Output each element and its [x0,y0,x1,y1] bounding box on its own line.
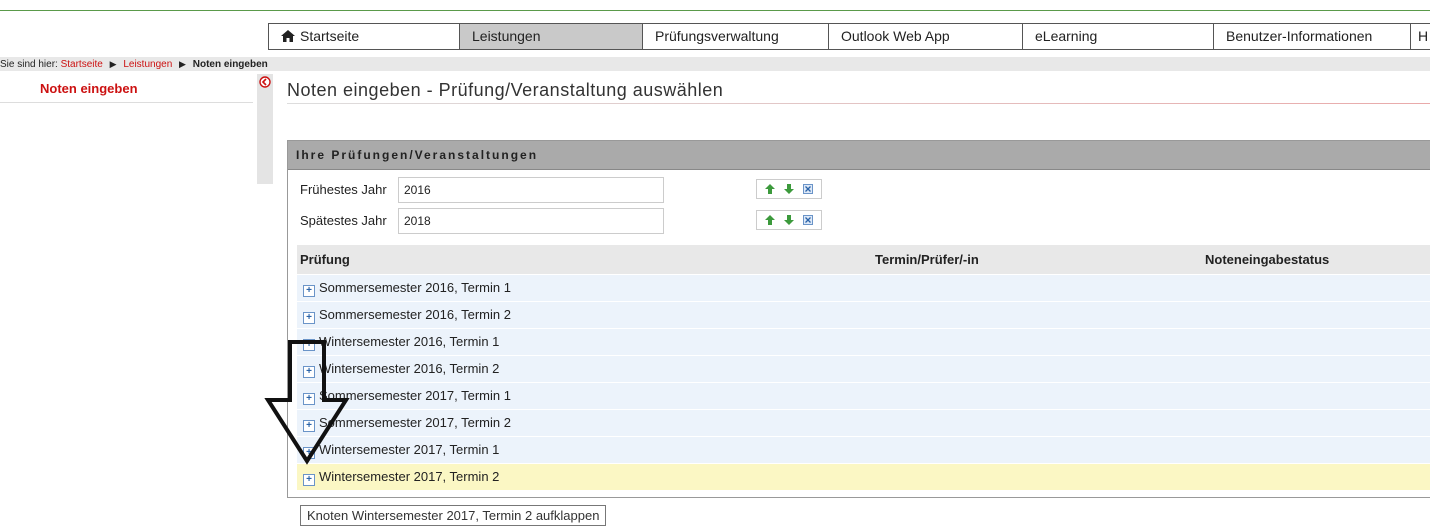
table-row[interactable]: + Sommersemester 2016, Termin 1 [297,274,1430,302]
exams-table: Prüfung Termin/Prüfer/-in Noteneingabest… [297,245,1430,490]
nav-item-elearning[interactable]: eLearning [1022,24,1213,49]
nav-item-h[interactable]: H [1410,24,1430,49]
exams-panel: Ihre Prüfungen/Veranstaltungen Frühestes… [287,140,1430,498]
table-row[interactable]: + Wintersemester 2016, Termin 2 [297,355,1430,383]
nav-item-pruefungsverwaltung[interactable]: Prüfungsverwaltung [642,24,828,49]
clear-icon[interactable] [802,184,813,194]
filter-label: Spätestes Jahr [300,213,387,228]
termin-cell [875,382,1205,410]
exam-cell: + Sommersemester 2016, Termin 1 [297,274,875,302]
title-divider [287,103,1430,104]
nav-item-label: Startseite [300,28,360,44]
latest-year-input[interactable] [398,208,664,234]
exam-label: Sommersemester 2016, Termin 2 [319,306,511,322]
exam-cell: + Wintersemester 2016, Termin 1 [297,328,875,356]
breadcrumb-separator-icon: ▶ [179,59,186,69]
filter-earliest-year: Frühestes Jahr [300,177,822,203]
arrow-down-icon[interactable] [783,215,794,225]
status-cell [1205,463,1430,490]
nav-item-outlook-web-app[interactable]: Outlook Web App [828,24,1022,49]
status-cell [1205,382,1430,410]
breadcrumb-link-leistungen[interactable]: Leistungen [123,59,172,70]
expand-icon[interactable]: + [303,311,315,324]
nav-item-label: Leistungen [472,28,541,44]
table-row[interactable]: + Sommersemester 2017, Termin 2 [297,409,1430,437]
termin-cell [875,463,1205,490]
arrow-up-icon[interactable] [765,215,776,225]
main-nav: Startseite Leistungen Prüfungsverwaltung… [268,23,1430,50]
column-header-termin[interactable]: Termin/Prüfer/-in [875,245,1205,275]
termin-cell [875,355,1205,383]
filter-latest-year: Spätestes Jahr [300,208,822,234]
nav-item-label: Outlook Web App [841,28,950,44]
year-sorter [756,210,822,230]
termin-cell [875,301,1205,329]
earliest-year-input[interactable] [398,177,664,203]
breadcrumb: Sie sind hier: Startseite ▶ Leistungen ▶… [0,57,1430,71]
status-cell [1205,301,1430,329]
table-row[interactable]: + Wintersemester 2017, Termin 2 [297,463,1430,490]
expand-icon[interactable]: + [303,284,315,297]
left-nav: Noten eingeben [0,78,253,103]
column-header-pruefung[interactable]: Prüfung [297,245,875,275]
status-cell [1205,436,1430,464]
termin-cell [875,328,1205,356]
breadcrumb-link-startseite[interactable]: Startseite [61,59,103,70]
page-title: Noten eingeben - Prüfung/Veranstaltung a… [287,80,724,100]
collapse-left-icon[interactable] [259,76,271,88]
arrow-up-icon[interactable] [765,184,776,194]
nav-item-label: H [1418,28,1429,44]
termin-cell [875,409,1205,437]
status-cell [1205,355,1430,383]
status-cell [1205,274,1430,302]
exam-cell: + Wintersemester 2017, Termin 2 [297,463,875,490]
nav-item-leistungen[interactable]: Leistungen [459,24,642,49]
clear-icon[interactable] [802,215,813,225]
leftnav-item-noten-eingeben[interactable]: Noten eingeben [0,78,253,100]
nav-item-label: Prüfungsverwaltung [655,28,779,44]
exam-cell: + Sommersemester 2017, Termin 1 [297,382,875,410]
breadcrumb-separator-icon: ▶ [109,59,117,69]
table-row[interactable]: + Wintersemester 2016, Termin 1 [297,328,1430,356]
exam-label: Sommersemester 2016, Termin 1 [319,279,511,295]
year-sorter [756,179,822,199]
termin-cell [875,436,1205,464]
sidebar-collapse-bar[interactable] [257,74,273,184]
breadcrumb-prefix: Sie sind hier: [0,59,58,70]
panel-header: Ihre Prüfungen/Veranstaltungen [288,141,1430,170]
nav-item-label: Benutzer-Informationen [1226,28,1373,44]
table-row[interactable]: + Sommersemester 2016, Termin 2 [297,301,1430,329]
down-arrow-annotation-icon [264,340,350,465]
expand-icon[interactable]: + [303,473,315,486]
nav-item-benutzer-informationen[interactable]: Benutzer-Informationen [1213,24,1410,49]
tooltip: Knoten Wintersemester 2017, Termin 2 auf… [300,505,607,526]
filter-label: Frühestes Jahr [300,182,387,197]
exam-cell: + Wintersemester 2017, Termin 1 [297,436,875,464]
exam-cell: + Sommersemester 2017, Termin 2 [297,409,875,437]
breadcrumb-current: Noten eingeben [192,59,268,70]
status-cell [1205,409,1430,437]
column-header-status[interactable]: Noteneingabestatus [1205,245,1430,275]
home-icon [281,30,295,42]
exam-label: Wintersemester 2017, Termin 2 [319,468,500,484]
exam-cell: + Wintersemester 2016, Termin 2 [297,355,875,383]
termin-cell [875,274,1205,302]
top-divider [0,10,1430,11]
table-header-row: Prüfung Termin/Prüfer/-in Noteneingabest… [297,245,1430,275]
arrow-down-icon[interactable] [783,184,794,194]
status-cell [1205,328,1430,356]
table-row[interactable]: + Sommersemester 2017, Termin 1 [297,382,1430,410]
exam-cell: + Sommersemester 2016, Termin 2 [297,301,875,329]
nav-item-startseite[interactable]: Startseite [268,24,459,49]
nav-item-label: eLearning [1035,28,1098,44]
table-row[interactable]: + Wintersemester 2017, Termin 1 [297,436,1430,464]
